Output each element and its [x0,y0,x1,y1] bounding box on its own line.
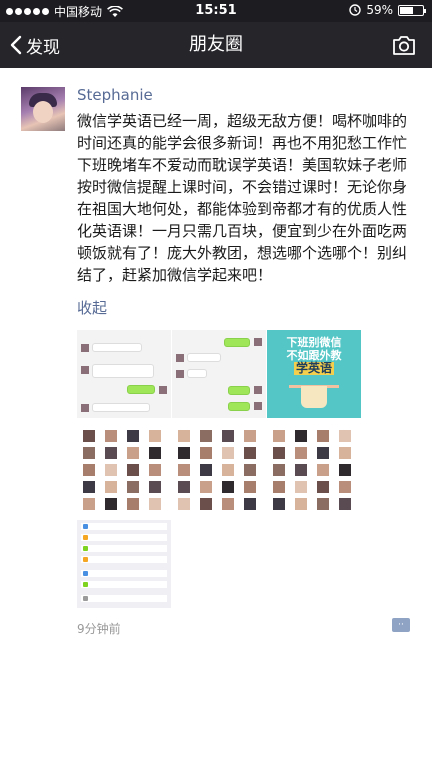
teacher-thumbnail [149,498,161,510]
teacher-thumbnail [105,464,117,476]
teacher-thumbnail [200,447,212,459]
back-label: 发现 [26,37,60,58]
teacher-thumbnail [127,498,139,510]
teacher-thumbnail [295,447,307,459]
teacher-thumbnail [178,481,190,493]
teacher-thumbnail [222,464,234,476]
teacher-thumbnail [222,481,234,493]
teacher-thumbnail [295,481,307,493]
teacher-thumbnail [200,430,212,442]
teacher-thumbnail [83,430,95,442]
teacher-thumbnail [83,447,95,459]
post-image-poster[interactable]: 下班别微信 不如跟外教 学英语 [267,330,361,418]
teacher-thumbnail [244,430,256,442]
post-image-settings[interactable] [77,520,171,608]
teacher-thumbnail [244,498,256,510]
battery-percent: 59% [366,3,393,17]
teacher-thumbnail [317,430,329,442]
teacher-thumbnail [127,481,139,493]
back-button[interactable]: 发现 [10,22,60,68]
teacher-thumbnail [317,464,329,476]
teacher-thumbnail [149,481,161,493]
teacher-thumbnail [127,464,139,476]
teacher-thumbnail [178,498,190,510]
collapse-link[interactable]: 收起 [77,297,107,318]
post-image-teacher-grid-1[interactable] [77,425,171,513]
teacher-thumbnail [222,447,234,459]
teacher-thumbnail [83,464,95,476]
teacher-thumbnail [339,447,351,459]
poster-line-3: 学英语 [293,361,334,375]
teacher-thumbnail [339,464,351,476]
teacher-thumbnail [83,481,95,493]
teacher-thumbnail [295,464,307,476]
teacher-thumbnail [273,464,285,476]
teacher-thumbnail [295,498,307,510]
teacher-thumbnail [127,447,139,459]
nav-bar: 发现 朋友圈 [0,22,432,68]
post-timestamp: 9分钟前 [77,622,121,636]
teacher-thumbnail [339,481,351,493]
teacher-thumbnail [178,447,190,459]
teacher-thumbnail [273,481,285,493]
camera-icon[interactable] [392,34,416,56]
post-image-teacher-grid-3[interactable] [267,425,361,513]
post-image-chat-2[interactable] [172,330,266,418]
teacher-thumbnail [317,498,329,510]
teacher-thumbnail [127,430,139,442]
status-bar: 中国移动 15:51 59% [0,0,432,22]
teacher-thumbnail [105,430,117,442]
teacher-thumbnail [244,447,256,459]
teacher-thumbnail [105,447,117,459]
chevron-left-icon [10,35,22,55]
post-username[interactable]: Stephanie [77,86,153,104]
teacher-thumbnail [222,430,234,442]
teacher-thumbnail [317,481,329,493]
page-title: 朋友圈 [189,34,243,55]
teacher-thumbnail [200,481,212,493]
teacher-thumbnail [178,464,190,476]
teacher-thumbnail [339,498,351,510]
battery-icon [398,4,426,16]
teacher-thumbnail [200,498,212,510]
post-image-teacher-grid-2[interactable] [172,425,266,513]
teacher-thumbnail [178,430,190,442]
post-text: 微信学英语已经一周，超级无敌方便！喝杯咖啡的时间还真的能学会很多新词！再也不用犯… [77,112,408,284]
poster-line-1: 下班别微信 [286,336,342,349]
teacher-thumbnail [244,464,256,476]
teacher-thumbnail [273,430,285,442]
teacher-thumbnail [339,430,351,442]
teacher-thumbnail [83,498,95,510]
comment-bubble-icon[interactable]: ·· [392,618,410,632]
teacher-thumbnail [149,464,161,476]
teacher-thumbnail [317,447,329,459]
alarm-icon [349,4,362,16]
teacher-thumbnail [149,430,161,442]
teacher-thumbnail [295,430,307,442]
teacher-thumbnail [105,498,117,510]
avatar[interactable] [21,87,65,131]
teacher-thumbnail [105,481,117,493]
post-image-chat-1[interactable] [77,330,171,418]
teacher-thumbnail [244,481,256,493]
teacher-thumbnail [222,498,234,510]
teacher-thumbnail [273,447,285,459]
teacher-thumbnail [149,447,161,459]
teacher-thumbnail [273,498,285,510]
teacher-thumbnail [200,464,212,476]
